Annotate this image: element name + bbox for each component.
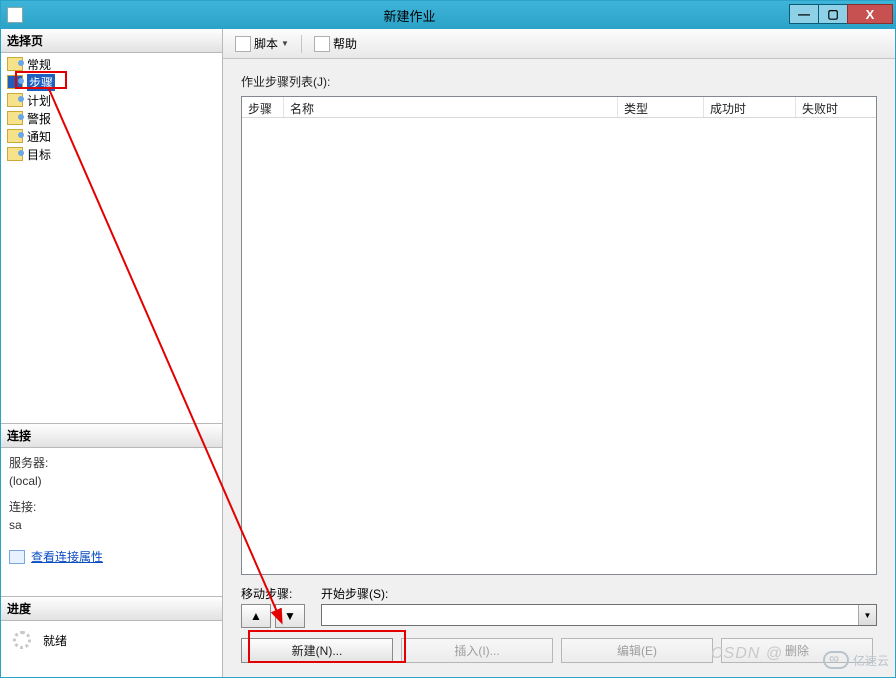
- page-icon: [7, 129, 23, 143]
- nav-label: 目标: [27, 146, 51, 163]
- select-page-header: 选择页: [1, 29, 222, 53]
- nav-label: 警报: [27, 110, 51, 127]
- nav-item-schedules[interactable]: 计划: [1, 91, 222, 109]
- col-fail[interactable]: 失败时: [796, 97, 876, 117]
- nav-label: 步骤: [27, 74, 55, 91]
- nav-label: 常规: [27, 56, 51, 73]
- move-down-button[interactable]: ▼: [275, 604, 305, 628]
- help-icon: [314, 36, 330, 52]
- move-up-button[interactable]: ▲: [241, 604, 271, 628]
- cloud-icon: [823, 651, 849, 669]
- help-label: 帮助: [333, 35, 357, 52]
- nav-label: 通知: [27, 128, 51, 145]
- step-list-label: 作业步骤列表(J):: [241, 73, 877, 90]
- watermark-text: 亿速云: [853, 652, 889, 669]
- chevron-down-icon[interactable]: ▼: [858, 605, 876, 625]
- properties-icon: [9, 550, 25, 564]
- nav-list: 常规 步骤 计划 警报 通知 目标: [1, 53, 222, 165]
- nav-label: 计划: [27, 92, 51, 109]
- toolbar-separator: [301, 35, 302, 53]
- page-icon: [7, 111, 23, 125]
- page-icon: [7, 57, 23, 71]
- view-connection-properties-link[interactable]: 查看连接属性: [9, 548, 103, 566]
- server-label: 服务器:: [9, 454, 214, 472]
- step-list[interactable]: 步骤 名称 类型 成功时 失败时: [241, 96, 877, 575]
- window-title: 新建作业: [29, 6, 790, 25]
- toolbar: 脚本 ▼ 帮助: [223, 29, 895, 59]
- nav-item-alerts[interactable]: 警报: [1, 109, 222, 127]
- nav-item-notifications[interactable]: 通知: [1, 127, 222, 145]
- move-step-label: 移动步骤:: [241, 585, 305, 602]
- col-name[interactable]: 名称: [284, 97, 618, 117]
- nav-item-general[interactable]: 常规: [1, 55, 222, 73]
- page-icon: [7, 93, 23, 107]
- minimize-button[interactable]: —: [789, 4, 819, 24]
- col-success[interactable]: 成功时: [704, 97, 796, 117]
- new-button[interactable]: 新建(N)...: [241, 638, 393, 663]
- edit-button[interactable]: 编辑(E): [561, 638, 713, 663]
- col-step[interactable]: 步骤: [242, 97, 284, 117]
- right-pane: 脚本 ▼ 帮助 作业步骤列表(J): 步骤 名称 类型 成功时: [223, 29, 895, 677]
- script-label: 脚本: [254, 35, 278, 52]
- titlebar: 新建作业 — ▢ X: [1, 1, 895, 29]
- start-step-combo[interactable]: ▼: [321, 604, 877, 626]
- arrow-up-icon: ▲: [250, 609, 262, 623]
- progress-header: 进度: [1, 597, 222, 621]
- left-pane: 选择页 常规 步骤 计划 警报 通知 目标 连接 服务器: (local) 连接…: [1, 29, 223, 677]
- insert-button[interactable]: 插入(I)...: [401, 638, 553, 663]
- nav-item-steps[interactable]: 步骤: [1, 73, 222, 91]
- connection-value: sa: [9, 516, 214, 534]
- arrow-down-icon: ▼: [284, 609, 296, 623]
- col-type[interactable]: 类型: [618, 97, 704, 117]
- server-value: (local): [9, 472, 214, 490]
- watermark-csdn: CSDN @: [711, 645, 783, 663]
- app-icon: [7, 7, 23, 23]
- chevron-down-icon: ▼: [281, 39, 289, 48]
- maximize-button[interactable]: ▢: [818, 4, 848, 24]
- close-button[interactable]: X: [847, 4, 893, 24]
- page-icon: [7, 75, 23, 89]
- list-header: 步骤 名称 类型 成功时 失败时: [242, 97, 876, 118]
- script-button[interactable]: 脚本 ▼: [231, 33, 293, 54]
- watermark-yisu: 亿速云: [823, 651, 889, 669]
- start-step-label: 开始步骤(S):: [321, 585, 877, 602]
- connection-label: 连接:: [9, 498, 214, 516]
- connection-header: 连接: [1, 424, 222, 448]
- spinner-icon: [13, 631, 31, 649]
- page-icon: [7, 147, 23, 161]
- help-button[interactable]: 帮助: [310, 33, 361, 54]
- script-icon: [235, 36, 251, 52]
- nav-item-targets[interactable]: 目标: [1, 145, 222, 163]
- progress-status: 就绪: [43, 632, 67, 649]
- link-text: 查看连接属性: [31, 548, 103, 566]
